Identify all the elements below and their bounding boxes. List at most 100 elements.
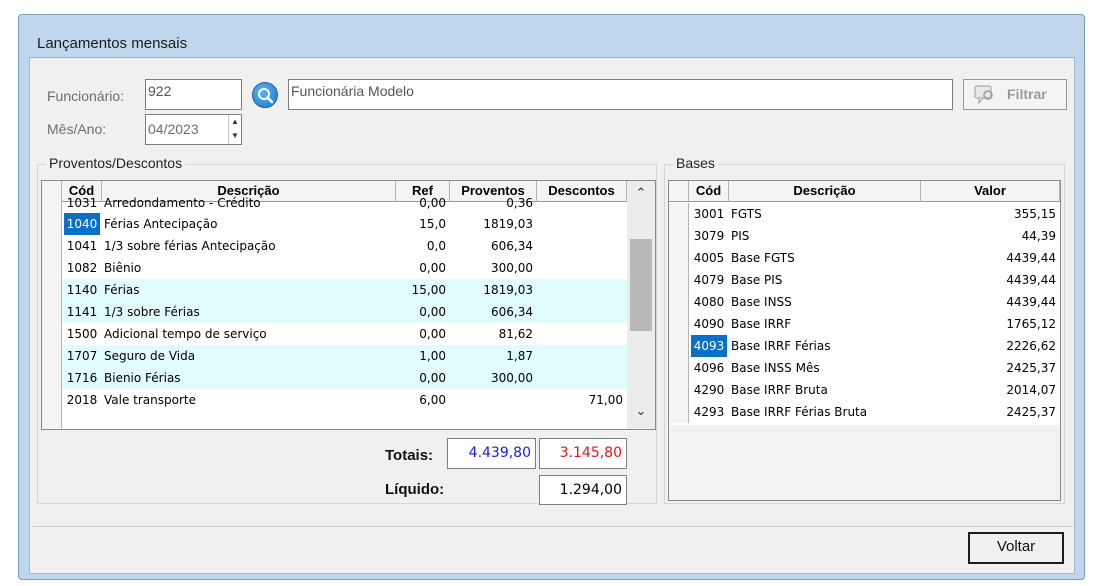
table-row[interactable]: 2018 Vale transporte 6,00 71,00 — [42, 389, 627, 411]
cell-descricao[interactable]: Base FGTS — [729, 247, 921, 269]
search-employee-button[interactable] — [252, 82, 278, 108]
cell-proventos[interactable]: 81,62 — [450, 323, 537, 345]
table-row[interactable]: 1082 Biênio 0,00 300,00 — [42, 257, 627, 279]
filter-button[interactable]: Filtrar — [963, 79, 1067, 110]
cell-cod[interactable]: 4096 — [689, 357, 729, 379]
cell-descricao[interactable]: Férias Antecipação — [102, 213, 396, 235]
cell-descontos[interactable] — [537, 196, 627, 213]
cell-ref[interactable]: 0,0 — [396, 235, 450, 257]
cell-descontos[interactable] — [537, 323, 627, 345]
cell-cod[interactable]: 1082 — [62, 257, 102, 279]
cell-descricao[interactable]: Férias — [102, 279, 396, 301]
cell-descricao[interactable]: Biênio — [102, 257, 396, 279]
header-valor[interactable]: Valor — [921, 181, 1060, 202]
cell-descricao[interactable]: 1/3 sobre férias Antecipação — [102, 235, 396, 257]
cell-descontos[interactable]: 71,00 — [537, 389, 627, 411]
cell-valor[interactable]: 2425,37 — [921, 357, 1060, 379]
cell-descricao[interactable]: 1/3 sobre Férias — [102, 301, 396, 323]
cell-descontos[interactable] — [537, 367, 627, 389]
table-row[interactable]: 4005 Base FGTS 4439,44 — [669, 247, 1060, 269]
cell-cod[interactable]: 1716 — [62, 367, 102, 389]
table-row[interactable]: 4090 Base IRRF 1765,12 — [669, 313, 1060, 335]
table-row[interactable]: 4096 Base INSS Mês 2425,37 — [669, 357, 1060, 379]
cell-descricao[interactable]: Bienio Férias — [102, 367, 396, 389]
cell-valor[interactable]: 44,39 — [921, 225, 1060, 247]
cell-descricao[interactable]: Base INSS — [729, 291, 921, 313]
cell-ref[interactable]: 0,00 — [396, 301, 450, 323]
table-row[interactable]: 1041 1/3 sobre férias Antecipação 0,0 60… — [42, 235, 627, 257]
cell-ref[interactable]: 0,00 — [396, 257, 450, 279]
table-row[interactable]: 4290 Base IRRF Bruta 2014,07 — [669, 379, 1060, 401]
cell-descricao[interactable]: Adicional tempo de serviço — [102, 323, 396, 345]
cell-cod[interactable]: 1031 — [62, 196, 102, 213]
cell-valor[interactable]: 355,15 — [921, 203, 1060, 225]
cell-cod-selected[interactable]: 1040 — [64, 213, 100, 235]
cell-ref[interactable]: 6,00 — [396, 389, 450, 411]
cell-cod[interactable]: 4290 — [689, 379, 729, 401]
cell-descricao[interactable]: Arredondamento - Crédito — [102, 196, 396, 213]
cell-descontos[interactable] — [537, 279, 627, 301]
cell-proventos[interactable]: 1819,03 — [450, 213, 537, 235]
cell-cod[interactable]: 4079 — [689, 269, 729, 291]
table-row[interactable]: 1040 Férias Antecipação 15,0 1819,03 — [42, 213, 627, 235]
cell-descontos[interactable] — [537, 345, 627, 367]
cell-cod[interactable]: 1707 — [62, 345, 102, 367]
cell-descricao[interactable]: PIS — [729, 225, 921, 247]
month-spinner[interactable]: ▲ ▼ — [228, 115, 241, 144]
cell-ref[interactable]: 15,0 — [396, 213, 450, 235]
cell-descricao[interactable]: Base IRRF Férias Bruta — [729, 401, 921, 423]
scroll-down-icon[interactable]: ⌄ — [632, 403, 650, 419]
table-row[interactable]: 1500 Adicional tempo de serviço 0,00 81,… — [42, 323, 627, 345]
cell-proventos[interactable]: 1819,03 — [450, 279, 537, 301]
cell-valor[interactable]: 1765,12 — [921, 313, 1060, 335]
table-row[interactable]: 3001 FGTS 355,15 — [669, 203, 1060, 225]
spin-down-icon[interactable]: ▼ — [229, 129, 241, 143]
cell-ref[interactable]: 0,00 — [396, 367, 450, 389]
cell-cod[interactable]: 1140 — [62, 279, 102, 301]
cell-descricao[interactable]: FGTS — [729, 203, 921, 225]
cell-descricao[interactable]: Base IRRF Férias — [729, 335, 921, 357]
table-row[interactable]: 4080 Base INSS 4439,44 — [669, 291, 1060, 313]
cell-descontos[interactable] — [537, 257, 627, 279]
cell-descricao[interactable]: Base IRRF Bruta — [729, 379, 921, 401]
cell-proventos[interactable]: 300,00 — [450, 257, 537, 279]
cell-cod[interactable]: 1141 — [62, 301, 102, 323]
cell-valor[interactable]: 4439,44 — [921, 291, 1060, 313]
cell-descricao[interactable]: Vale transporte — [102, 389, 396, 411]
cell-valor[interactable]: 4439,44 — [921, 269, 1060, 291]
cell-descricao[interactable]: Seguro de Vida — [102, 345, 396, 367]
table-row[interactable]: 1031 Arredondamento - Crédito 0,00 0,36 — [42, 196, 627, 213]
cell-cod[interactable]: 4080 — [689, 291, 729, 313]
table-row[interactable]: 1716 Bienio Férias 0,00 300,00 — [42, 367, 627, 389]
cell-ref[interactable]: 0,00 — [396, 196, 450, 213]
cell-descontos[interactable] — [537, 301, 627, 323]
cell-proventos[interactable]: 606,34 — [450, 235, 537, 257]
table-row[interactable]: 1140 Férias 15,00 1819,03 — [42, 279, 627, 301]
cell-descricao[interactable]: Base INSS Mês — [729, 357, 921, 379]
header-cod[interactable]: Cód — [689, 181, 729, 202]
employee-code-input[interactable]: 922 — [145, 79, 242, 110]
proventos-scrollbar[interactable]: ⌃ ⌄ — [627, 181, 655, 429]
table-row[interactable]: 1707 Seguro de Vida 1,00 1,87 — [42, 345, 627, 367]
scroll-up-icon[interactable]: ⌃ — [632, 185, 650, 201]
cell-descontos[interactable] — [537, 213, 627, 235]
cell-cod[interactable]: 4005 — [689, 247, 729, 269]
cell-proventos[interactable] — [450, 389, 537, 411]
spin-up-icon[interactable]: ▲ — [229, 115, 241, 129]
cell-descontos[interactable] — [537, 235, 627, 257]
cell-cod-selected[interactable]: 4093 — [691, 335, 727, 357]
proventos-grid[interactable]: Cód Descrição Ref Proventos Descontos 10… — [41, 180, 656, 430]
cell-descricao[interactable]: Base IRRF — [729, 313, 921, 335]
voltar-button[interactable]: Voltar — [968, 532, 1064, 564]
cell-cod[interactable]: 1500 — [62, 323, 102, 345]
cell-ref[interactable]: 1,00 — [396, 345, 450, 367]
table-row[interactable]: 4093 Base IRRF Férias 2226,62 — [669, 335, 1060, 357]
cell-cod[interactable]: 2018 — [62, 389, 102, 411]
cell-valor[interactable]: 2226,62 — [921, 335, 1060, 357]
cell-ref[interactable]: 0,00 — [396, 323, 450, 345]
cell-cod[interactable]: 4293 — [689, 401, 729, 423]
bases-grid[interactable]: Cód Descrição Valor 3001 FGTS 355,15 307… — [668, 180, 1061, 501]
table-row[interactable]: 4079 Base PIS 4439,44 — [669, 269, 1060, 291]
cell-cod[interactable]: 4090 — [689, 313, 729, 335]
cell-cod[interactable]: 1041 — [62, 235, 102, 257]
